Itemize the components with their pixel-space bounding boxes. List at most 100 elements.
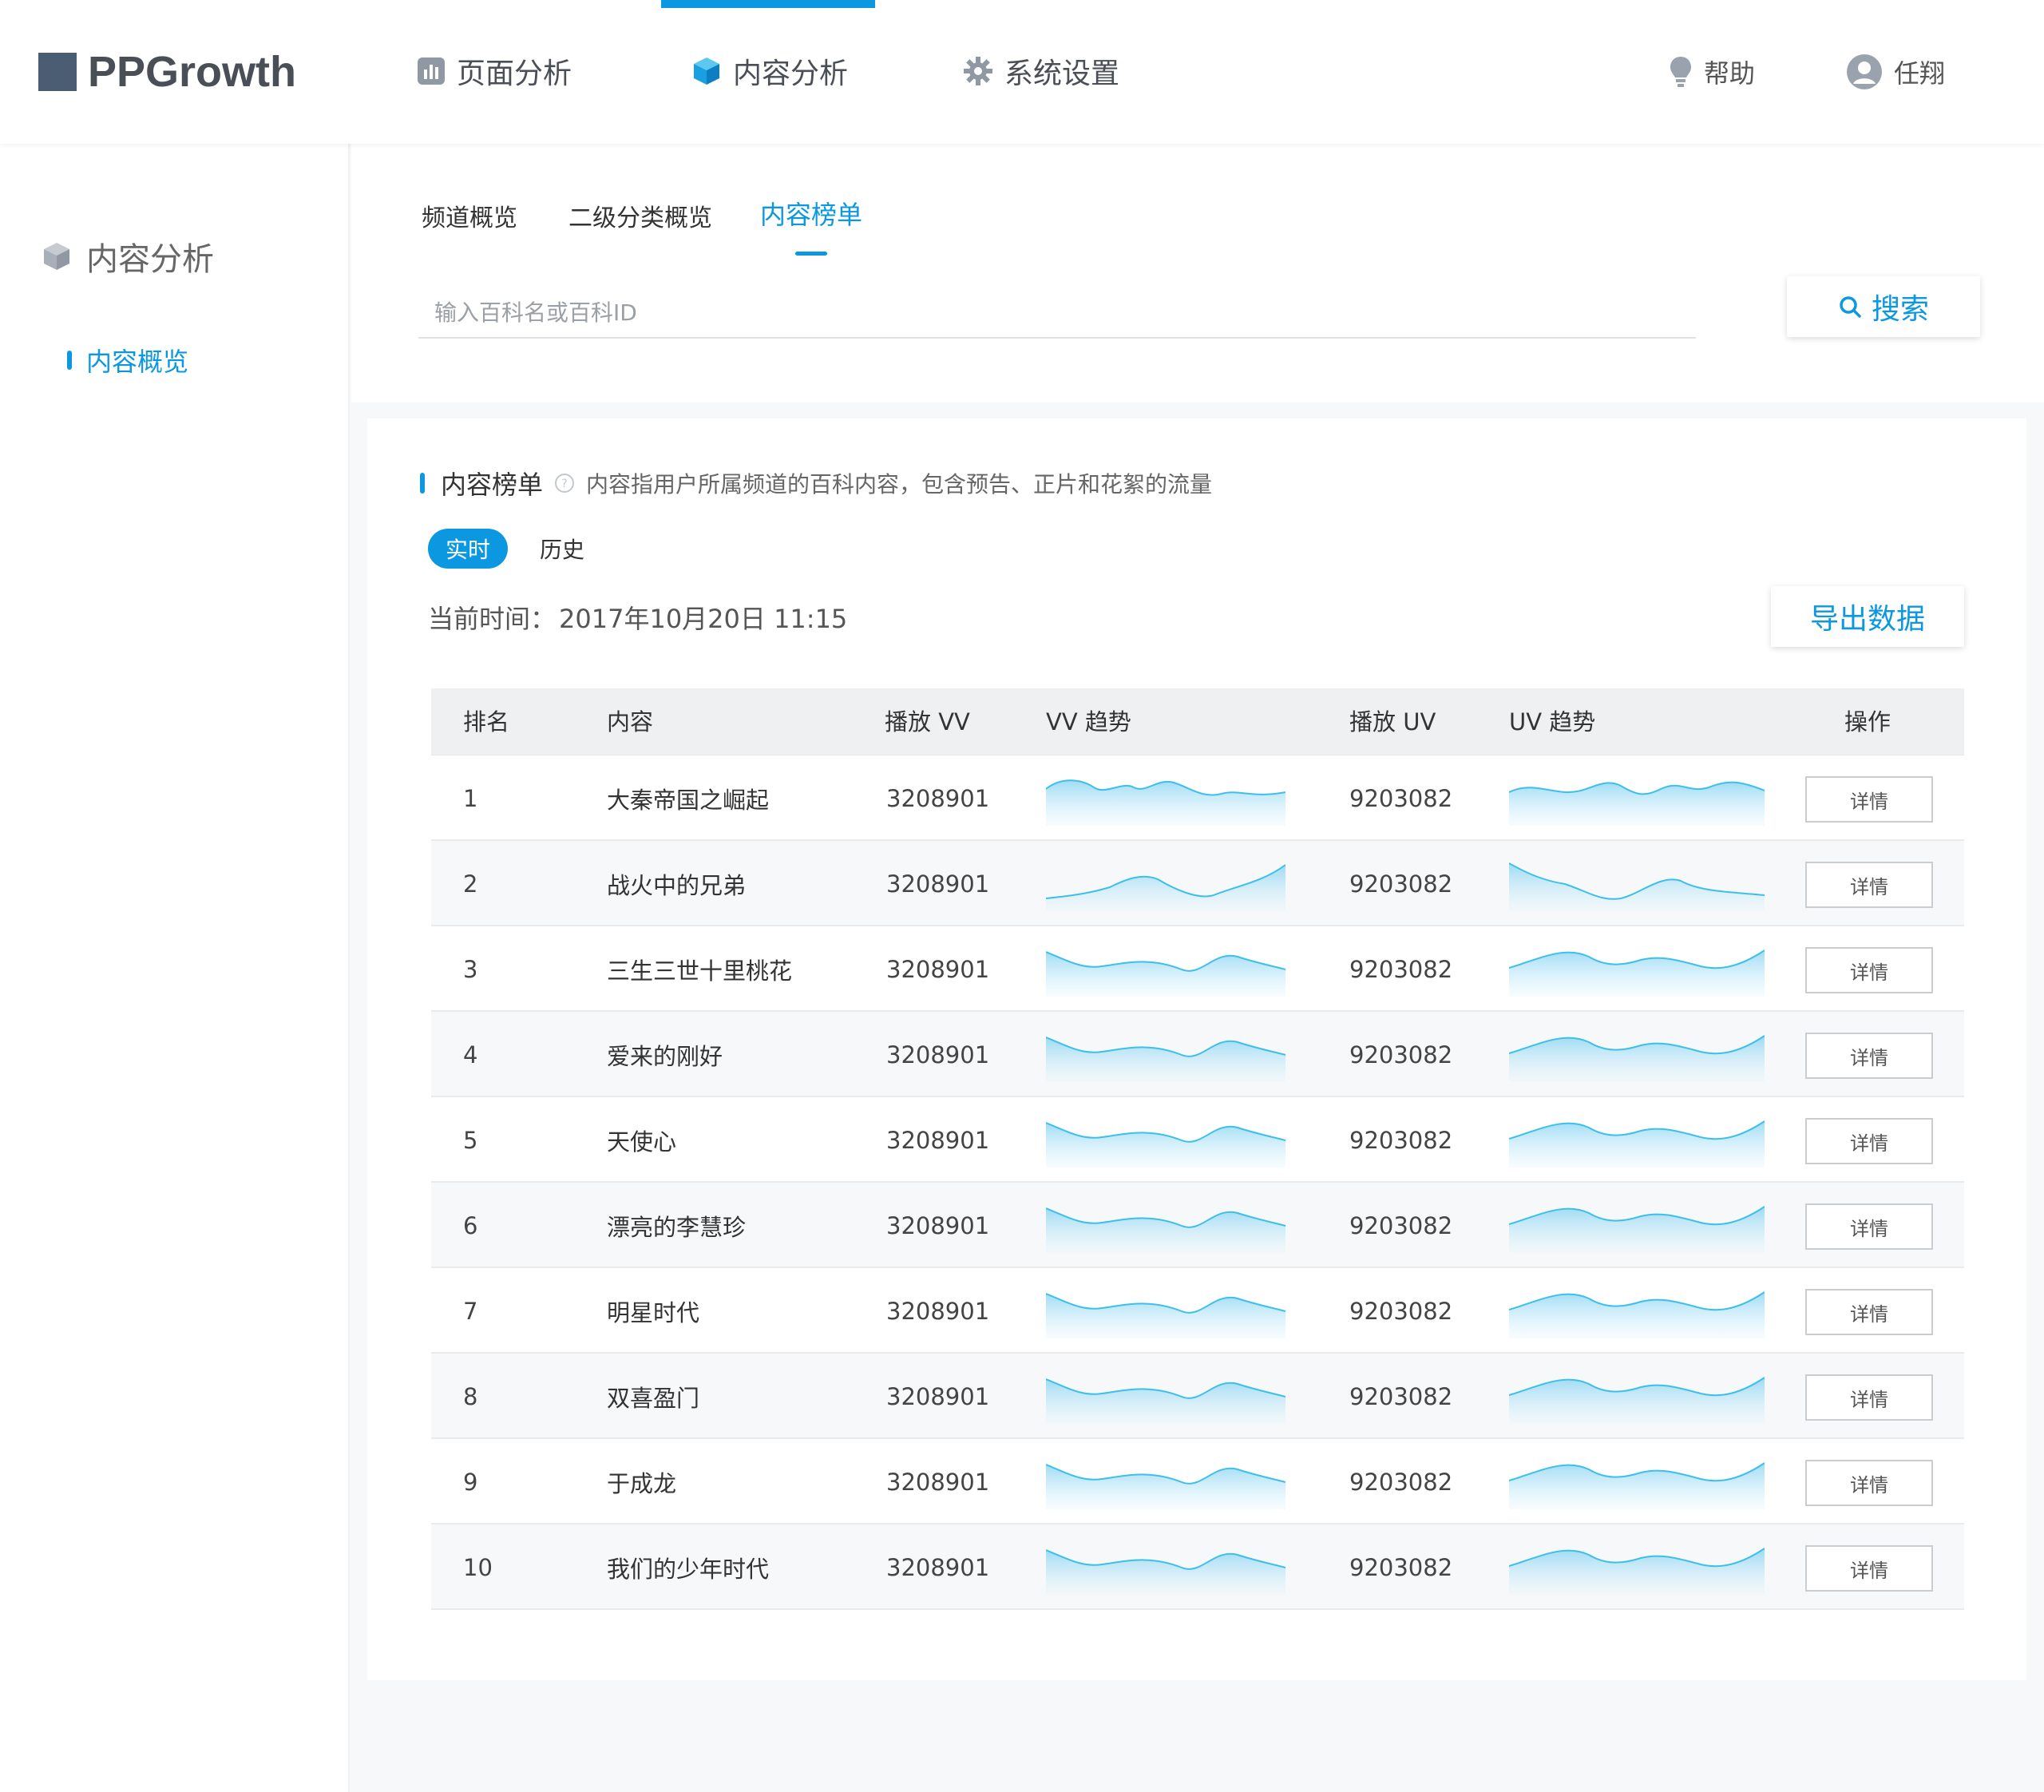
header-play-vv: 播放 VV <box>885 708 970 735</box>
uv-trend-sparkline <box>1509 1548 1765 1595</box>
nav-item-label: 系统设置 <box>1004 57 1120 90</box>
detail-button[interactable]: 详情 <box>1805 1460 1933 1506</box>
top-navigation-bar: PPGrowth 页面分析 内容分析 系统设置 帮助 任翔 <box>0 0 2044 144</box>
user-name: 任翔 <box>1894 58 1946 89</box>
table-header: 排名 内容 播放 VV VV 趋势 播放 UV UV 趋势 操作 <box>431 688 1964 755</box>
detail-button[interactable]: 详情 <box>1805 1203 1933 1250</box>
content-title-cell: 三生三世十里桃花 <box>607 957 793 985</box>
detail-button[interactable]: 详情 <box>1805 1545 1933 1592</box>
search-icon <box>1838 295 1862 319</box>
export-data-button[interactable]: 导出数据 <box>1771 586 1964 647</box>
table-row: 2 战火中的兄弟 3208901 9203082 详情 <box>431 841 1964 926</box>
detail-button[interactable]: 详情 <box>1805 947 1933 993</box>
vv-trend-sparkline <box>1046 779 1285 826</box>
question-icon[interactable]: ? <box>554 473 575 494</box>
play-uv-cell: 9203082 <box>1349 870 1453 898</box>
header-uv-trend: UV 趋势 <box>1509 708 1596 735</box>
nav-item-content-analysis[interactable]: 内容分析 <box>691 51 848 91</box>
tab-subcategory-overview[interactable]: 二级分类概览 <box>568 198 712 233</box>
current-time-label: 当前时间： <box>428 604 557 634</box>
table-row: 8 双喜盈门 3208901 9203082 详情 <box>431 1354 1964 1439</box>
tab-content-ranking[interactable]: 内容榜单 <box>760 195 862 256</box>
table-row: 7 明星时代 3208901 9203082 详情 <box>431 1268 1964 1354</box>
vv-trend-sparkline <box>1046 1378 1285 1424</box>
vv-trend-sparkline <box>1046 1207 1285 1253</box>
detail-button[interactable]: 详情 <box>1805 1374 1933 1421</box>
detail-button-label: 详情 <box>1850 1388 1888 1411</box>
detail-button[interactable]: 详情 <box>1805 1033 1933 1079</box>
current-time-value: 2017年10月20日 11:15 <box>559 604 848 634</box>
detail-button-label: 详情 <box>1850 1046 1888 1069</box>
sidebar-item-content-overview[interactable]: 内容概览 <box>67 342 188 379</box>
bar-chart-icon <box>417 57 446 85</box>
search-input[interactable] <box>418 287 1696 339</box>
gear-icon <box>963 56 993 86</box>
table-row: 6 漂亮的李慧珍 3208901 9203082 详情 <box>431 1183 1964 1268</box>
help-link[interactable]: 帮助 <box>1669 51 1755 93</box>
toggle-realtime[interactable]: 实时 <box>428 529 508 569</box>
table-row: 3 三生三世十里桃花 3208901 9203082 详情 <box>431 926 1964 1012</box>
detail-button-label: 详情 <box>1850 1559 1888 1582</box>
rank-cell: 3 <box>463 955 478 983</box>
content-title-cell: 明星时代 <box>607 1298 700 1326</box>
nav-item-system-settings[interactable]: 系统设置 <box>963 51 1119 91</box>
tab-channel-overview[interactable]: 频道概览 <box>422 198 517 233</box>
search-button[interactable]: 搜索 <box>1787 276 1980 337</box>
content-title-cell: 大秦帝国之崛起 <box>607 786 770 814</box>
toggle-history[interactable]: 历史 <box>540 529 584 569</box>
help-label: 帮助 <box>1704 58 1756 89</box>
play-uv-cell: 9203082 <box>1349 1297 1453 1325</box>
nav-item-label: 页面分析 <box>457 57 572 90</box>
title-accent-bar <box>420 473 425 494</box>
header-vv-trend: VV 趋势 <box>1046 708 1131 735</box>
tab-label: 频道概览 <box>422 204 517 232</box>
sidebar-section-label: 内容分析 <box>86 241 214 278</box>
play-uv-cell: 9203082 <box>1349 784 1453 812</box>
content-title-cell: 于成龙 <box>607 1469 677 1497</box>
detail-button-label: 详情 <box>1850 1302 1888 1326</box>
rank-cell: 5 <box>463 1126 478 1154</box>
detail-button-label: 详情 <box>1850 1217 1888 1240</box>
logo-text: PPGrowth <box>88 48 297 96</box>
play-uv-cell: 9203082 <box>1349 1382 1453 1410</box>
detail-button[interactable]: 详情 <box>1805 1118 1933 1164</box>
vv-trend-sparkline <box>1046 1293 1285 1338</box>
play-vv-cell: 3208901 <box>886 1468 990 1496</box>
detail-button-label: 详情 <box>1850 1473 1888 1497</box>
detail-button[interactable]: 详情 <box>1805 1289 1933 1335</box>
nav-item-page-analysis[interactable]: 页面分析 <box>417 51 572 91</box>
rank-cell: 9 <box>463 1468 478 1496</box>
uv-trend-sparkline <box>1509 1291 1765 1338</box>
user-menu[interactable]: 任翔 <box>1846 51 1945 93</box>
active-nav-indicator <box>661 0 875 8</box>
export-button-label: 导出数据 <box>1809 603 1925 636</box>
card-description: 内容指用户所属频道的百科内容，包含预告、正片和花絮的流量 <box>586 471 1213 498</box>
detail-button[interactable]: 详情 <box>1805 776 1933 823</box>
play-uv-cell: 9203082 <box>1349 1468 1453 1496</box>
cube-icon <box>691 56 722 86</box>
play-uv-cell: 9203082 <box>1349 1553 1453 1581</box>
play-uv-cell: 9203082 <box>1349 955 1453 983</box>
app-logo[interactable]: PPGrowth <box>38 48 297 96</box>
current-time: 当前时间： 2017年10月20日 11:15 <box>428 599 847 636</box>
card-title: 内容榜单 <box>441 470 544 500</box>
card-header: 内容榜单 ? 内容指用户所属频道的百科内容，包含预告、正片和花絮的流量 <box>420 465 1212 502</box>
rank-cell: 7 <box>463 1297 478 1325</box>
detail-button[interactable]: 详情 <box>1805 862 1933 908</box>
content-title-cell: 漂亮的李慧珍 <box>607 1213 747 1241</box>
sidebar-item-label: 内容概览 <box>86 347 189 377</box>
user-avatar-icon <box>1846 54 1883 90</box>
table-row: 5 天使心 3208901 9203082 详情 <box>431 1097 1964 1183</box>
uv-trend-sparkline <box>1509 1206 1765 1253</box>
content-title-cell: 天使心 <box>607 1128 677 1156</box>
table-row: 1 大秦帝国之崛起 3208901 9203082 详情 <box>431 755 1964 841</box>
play-vv-cell: 3208901 <box>886 1126 990 1154</box>
rank-cell: 8 <box>463 1382 478 1410</box>
header-actions: 操作 <box>1844 708 1891 735</box>
table-row: 4 爱来的刚好 3208901 9203082 详情 <box>431 1012 1964 1097</box>
header-content: 内容 <box>607 708 654 735</box>
tab-label: 二级分类概览 <box>568 204 712 232</box>
play-vv-cell: 3208901 <box>886 784 990 812</box>
search-button-label: 搜索 <box>1871 293 1929 326</box>
table-body: 1 大秦帝国之崛起 3208901 9203082 详情 2 战火中的兄弟 3208901 92… <box>431 755 1964 1610</box>
